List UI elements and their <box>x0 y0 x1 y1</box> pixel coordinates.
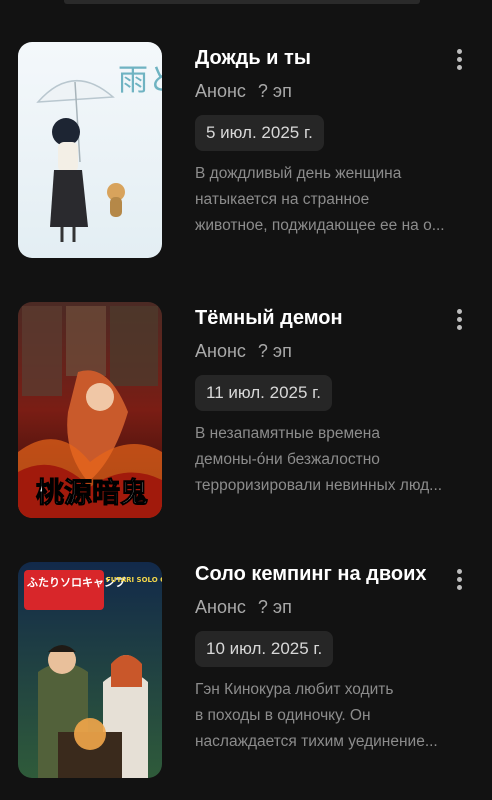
meta-row: Анонс ? эп <box>195 595 475 619</box>
list-item[interactable]: 雨と君と Дождь и ты Анонс ? эп 5 июл. 2025 г… <box>0 42 492 272</box>
anime-title[interactable]: Соло кемпинг на двоих <box>195 558 435 591</box>
description: В незапамятные времена демоны-о́ни безжа… <box>195 421 471 499</box>
anime-list-screen: 雨と君と Дождь и ты Анонс ? эп 5 июл. 2025 г… <box>0 0 492 800</box>
description-line: в походы в одиночку. Он <box>195 707 371 724</box>
poster-image[interactable]: 桃源暗鬼 <box>18 302 162 518</box>
meta-row: Анонс ? эп <box>195 339 475 363</box>
episodes-label: ? эп <box>257 341 292 361</box>
poster-art-rain: 雨と君と <box>18 42 162 258</box>
list-item[interactable]: 桃源暗鬼 Тёмный демон Анонс ? эп 11 июл. 202… <box>0 302 492 532</box>
anime-title[interactable]: Тёмный демон <box>195 302 435 335</box>
description-line: натыкается на странное <box>195 191 370 208</box>
anime-title[interactable]: Дождь и ты <box>195 42 435 75</box>
poster-art-camp: ふたりソロキャンプ FUTARI SOLO CAMP <box>18 562 162 778</box>
description-line: демоны-о́ни безжалостно <box>195 451 380 468</box>
poster-art-demon: 桃源暗鬼 <box>18 302 162 518</box>
description: Гэн Кинокура любит ходить в походы в оди… <box>195 677 471 755</box>
poster-title-text: 雨と君と <box>118 63 162 98</box>
description-line: животное, поджидающее ее на о... <box>195 217 445 234</box>
description-line: В незапамятные времена <box>195 425 380 442</box>
svg-text:FUTARI SOLO CAMP: FUTARI SOLO CAMP <box>106 576 162 584</box>
list-item[interactable]: ふたりソロキャンプ FUTARI SOLO CAMP Соло кемпинг … <box>0 562 492 792</box>
status-label: Анонс <box>195 341 246 361</box>
more-vert-icon[interactable] <box>448 562 470 596</box>
meta-row: Анонс ? эп <box>195 79 475 103</box>
description-line: терроризировали невинных люд... <box>195 477 443 494</box>
description-line: В дождливый день женщина <box>195 165 402 182</box>
description: В дождливый день женщина натыкается на с… <box>195 161 471 239</box>
episodes-label: ? эп <box>257 597 292 617</box>
poster-title-text: 桃源暗鬼 <box>36 476 149 510</box>
svg-text:雨と君と: 雨と君と <box>118 63 162 98</box>
poster-image[interactable]: 雨と君と <box>18 42 162 258</box>
poster-image[interactable]: ふたりソロキャンプ FUTARI SOLO CAMP <box>18 562 162 778</box>
more-vert-icon[interactable] <box>448 302 470 336</box>
release-date-chip: 5 июл. 2025 г. <box>195 115 324 151</box>
svg-text:桃源暗鬼: 桃源暗鬼 <box>36 476 148 509</box>
description-line: Гэн Кинокура любит ходить <box>195 681 394 698</box>
status-label: Анонс <box>195 597 246 617</box>
top-bar-edge <box>64 0 420 4</box>
description-line: наслаждается тихим уединение... <box>195 733 438 750</box>
episodes-label: ? эп <box>257 81 292 101</box>
more-vert-icon[interactable] <box>448 42 470 76</box>
status-label: Анонс <box>195 81 246 101</box>
release-date-chip: 10 июл. 2025 г. <box>195 631 334 667</box>
release-date-chip: 11 июл. 2025 г. <box>195 375 332 411</box>
